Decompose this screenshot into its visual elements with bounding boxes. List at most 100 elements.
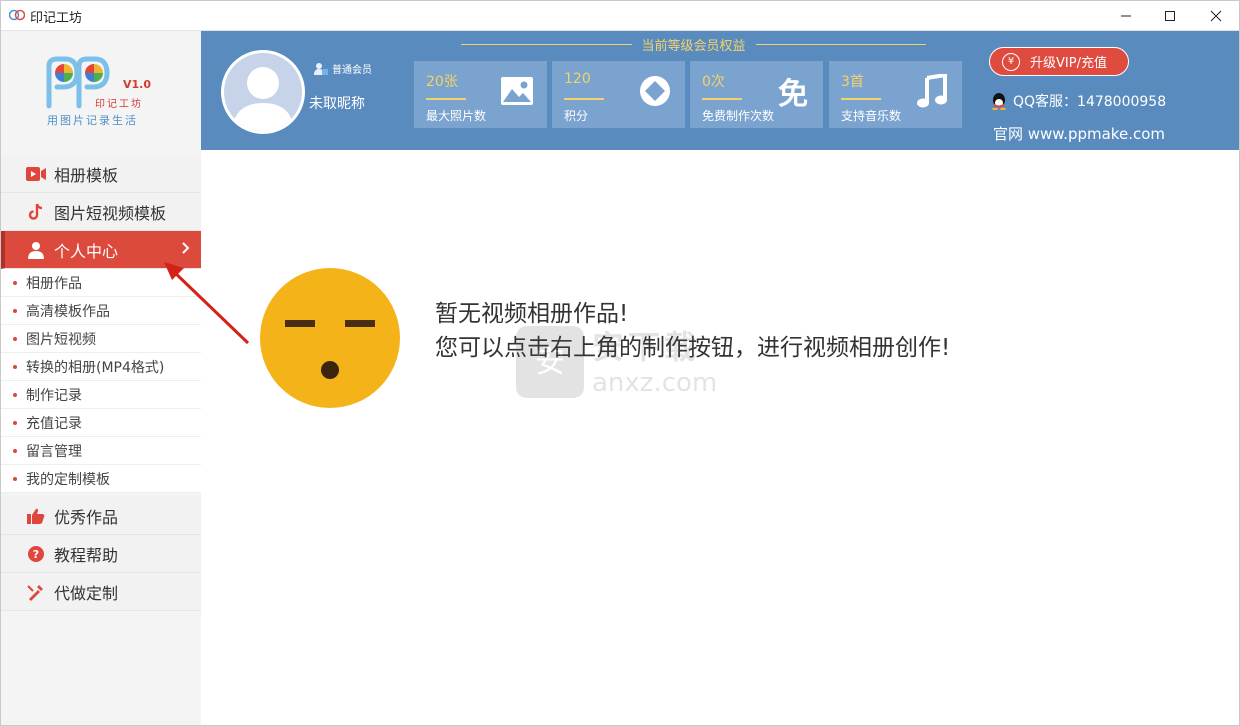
benefit-title-text: 当前等级会员权益 (641, 38, 746, 54)
svg-text:?: ? (33, 548, 39, 561)
stat-label: 免费制作次数 (702, 109, 775, 123)
video-icon (26, 164, 46, 184)
free-icon-text: 免 (778, 77, 808, 112)
nav-custom-service[interactable]: 代做定制 (1, 573, 201, 611)
nav-label: 优秀作品 (54, 507, 119, 527)
logo: V1.0 印记工坊 用图片记录生活 (1, 31, 201, 150)
nav-label: 图片短视频模板 (54, 203, 167, 223)
image-icon (499, 73, 535, 109)
account-header: 普通会员 未取昵称 当前等级会员权益 20张 最大照片数 120 积分 0次 免… (201, 31, 1240, 150)
user-icon (26, 240, 46, 260)
svg-text:安: 安 (535, 345, 565, 380)
sub-item-recharge-records[interactable]: 充值记录 (1, 409, 201, 437)
nav-excellent-works[interactable]: 优秀作品 (1, 497, 201, 535)
minimize-button[interactable] (1103, 0, 1149, 31)
bullet-dot (13, 448, 17, 453)
sub-item-label: 转换的相册(MP4格式) (26, 359, 165, 376)
maximize-button[interactable] (1147, 0, 1193, 31)
stat-underline (564, 98, 604, 100)
main-content: 暂无视频相册作品! 您可以点击右上角的制作按钮，进行视频相册创作! 安 安下载 … (201, 150, 1240, 725)
watermark-domain: anxz.com (592, 368, 718, 398)
stat-label: 积分 (564, 109, 589, 123)
nav-label: 相册模板 (54, 165, 119, 185)
thumbs-up-icon (26, 506, 46, 526)
yen-icon: ¥ (1002, 52, 1020, 71)
free-icon: 免 (775, 73, 811, 112)
stat-underline (426, 98, 466, 100)
sub-item-production-records[interactable]: 制作记录 (1, 381, 201, 409)
sub-item-label: 高清模板作品 (26, 303, 110, 320)
window-title: 印记工坊 (30, 11, 83, 26)
stat-label: 最大照片数 (426, 109, 487, 123)
stat-underline (702, 98, 742, 100)
qq-icon (992, 93, 1006, 110)
divider (461, 43, 632, 45)
nav-photo-short-video-template[interactable]: 图片短视频模板 (1, 193, 201, 231)
bullet-dot (13, 476, 17, 481)
member-level-text: 普通会员 (332, 65, 372, 76)
music-icon (914, 73, 950, 109)
nickname[interactable]: 未取昵称 (309, 93, 365, 113)
logo-brand: 印记工坊 (95, 99, 143, 110)
app-icon (9, 9, 25, 21)
stat-max-photos: 20张 最大照片数 (414, 61, 547, 128)
stat-value: 0次 (702, 74, 725, 90)
bullet-dot (13, 420, 17, 425)
bullet-dot (13, 364, 17, 369)
watermark: 安 安下载 anxz.com (512, 320, 732, 402)
stat-value: 3首 (841, 74, 864, 90)
maximize-icon (1165, 10, 1175, 21)
sub-item-label: 相册作品 (26, 275, 82, 292)
minimize-icon (1121, 15, 1131, 16)
stat-label: 支持音乐数 (841, 109, 902, 123)
stat-music-count: 3首 支持音乐数 (829, 61, 962, 128)
close-icon (1210, 10, 1222, 21)
logo-version: V1.0 (123, 78, 151, 91)
avatar[interactable] (221, 50, 305, 134)
brush-icon (26, 582, 46, 602)
nav-label: 个人中心 (54, 241, 119, 261)
stat-value: 120 (564, 71, 591, 87)
qq-service-text: QQ客服：1478000958 (1013, 94, 1167, 110)
sub-item-label: 我的定制模板 (26, 471, 110, 488)
qq-service: QQ客服：1478000958 (991, 91, 1166, 111)
annotation-arrow (164, 262, 250, 345)
logo-slogan: 用图片记录生活 (47, 114, 138, 127)
member-icon (314, 62, 328, 75)
stat-points: 120 积分 (552, 61, 685, 128)
sub-item-message-management[interactable]: 留言管理 (1, 437, 201, 465)
vip-button-label: 升级VIP/充值 (1030, 56, 1107, 71)
title-bar: 印记工坊 (0, 0, 1240, 31)
sub-item-label: 图片短视频 (26, 331, 96, 348)
sub-item-label: 制作记录 (26, 387, 82, 404)
tiktok-icon (26, 202, 46, 222)
default-avatar-icon (232, 67, 294, 131)
bullet-dot (13, 308, 17, 313)
stat-free-productions: 0次 免费制作次数 免 (690, 61, 823, 128)
nav-tutorial-help[interactable]: ? 教程帮助 (1, 535, 201, 573)
bullet-dot (13, 336, 17, 341)
benefit-title: 当前等级会员权益 (461, 36, 927, 54)
stat-underline (841, 98, 881, 100)
close-button[interactable] (1193, 0, 1239, 31)
stat-value: 20张 (426, 74, 458, 90)
nav-album-template[interactable]: 相册模板 (1, 155, 201, 193)
help-icon: ? (26, 544, 46, 564)
member-level-badge: 普通会员 (313, 61, 372, 76)
upgrade-vip-button[interactable]: ¥ 升级VIP/充值 (989, 47, 1129, 76)
logo-graphic (46, 56, 110, 109)
nav-label: 代做定制 (54, 583, 119, 603)
diamond-icon (637, 73, 673, 109)
website-link[interactable]: 官网 www.ppmake.com (993, 123, 1165, 144)
bullet-dot (13, 280, 17, 285)
bullet-dot (13, 392, 17, 397)
expressionless-face-icon (260, 268, 400, 408)
sub-item-custom-templates[interactable]: 我的定制模板 (1, 465, 201, 493)
watermark-cn: 安下载 (592, 328, 701, 366)
nav-label: 教程帮助 (54, 545, 119, 565)
sub-item-label: 充值记录 (26, 415, 82, 432)
divider (755, 43, 927, 45)
sub-item-converted-albums[interactable]: 转换的相册(MP4格式) (1, 353, 201, 381)
sidebar: V1.0 印记工坊 用图片记录生活 相册模板 图片短视频模板 个人中心 相册作品… (1, 31, 201, 725)
sub-item-label: 留言管理 (26, 443, 82, 460)
